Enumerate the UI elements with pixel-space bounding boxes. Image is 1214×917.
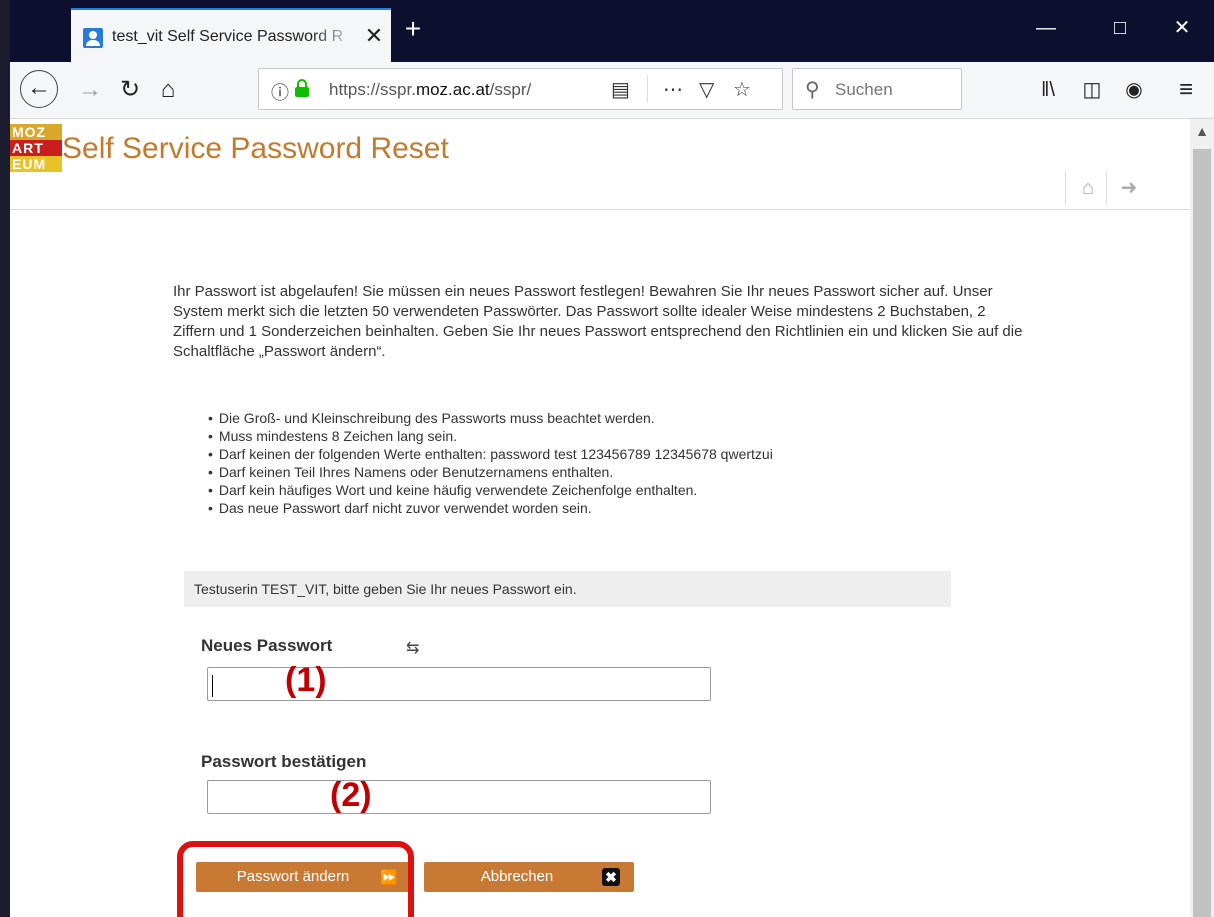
url-text[interactable]: https://sspr.moz.ac.at/sspr/ [329, 80, 569, 100]
scrollbar-thumb[interactable] [1193, 149, 1211, 917]
close-icon: ✖ [602, 868, 620, 886]
navigation-bar: ← → ↻ ⌂ ⓘ https://sspr.moz.ac.at/sspr/ ▤… [10, 62, 1214, 119]
list-item: Das neue Passwort darf nicht zuvor verwe… [208, 499, 773, 517]
maximize-icon[interactable]: □ [1098, 12, 1142, 44]
more-actions-icon[interactable]: ⋯ [663, 77, 683, 102]
text-cursor [212, 675, 213, 697]
account-icon[interactable]: ◉ [1118, 74, 1150, 106]
forward-icon[interactable]: → [74, 74, 106, 106]
pocket-icon[interactable]: ▽ [699, 77, 714, 102]
library-icon[interactable]: ‖\ [1032, 74, 1064, 106]
lock-icon[interactable] [295, 79, 309, 97]
tab-close-icon[interactable]: ✕ [361, 22, 387, 50]
highlight-box [177, 841, 414, 917]
home-icon[interactable]: ⌂ [152, 74, 184, 106]
cancel-button[interactable]: Abbrechen ✖ [424, 862, 634, 892]
search-input[interactable] [833, 77, 957, 103]
password-rules: Die Groß- und Kleinschreibung des Passwo… [208, 409, 773, 517]
list-item: Die Groß- und Kleinschreibung des Passwo… [208, 409, 773, 427]
annotation-1: (1) [285, 661, 327, 699]
list-item: Darf keinen Teil Ihres Namens oder Benut… [208, 463, 773, 481]
sidebar-icon[interactable]: ◫ [1076, 74, 1108, 106]
scroll-up-icon[interactable]: ▲ [1190, 123, 1214, 139]
confirm-password-label: Passwort bestätigen [201, 752, 367, 771]
intro-text: Ihr Passwort ist abgelaufen! Sie müssen … [173, 283, 1023, 360]
browser-tab[interactable]: test_vit Self Service Password R ✕ [71, 8, 391, 62]
user-favicon-icon [83, 28, 103, 48]
app-title: Self Service Password Reset [62, 132, 449, 165]
mozarteum-logo: MOZ ART EUM [10, 124, 62, 172]
home-nav-icon[interactable]: ⌂ [1075, 175, 1101, 201]
random-password-icon[interactable]: ⇆ [406, 638, 419, 658]
reload-icon[interactable]: ↻ [114, 74, 146, 106]
bookmark-star-icon[interactable]: ☆ [733, 77, 751, 102]
header-divider [10, 209, 1190, 210]
confirm-password-field[interactable] [207, 780, 711, 814]
scrollbar[interactable]: ▲ [1190, 119, 1214, 917]
url-bar[interactable]: ⓘ https://sspr.moz.ac.at/sspr/ ▤ ⋯ ▽ ☆ [258, 68, 783, 110]
list-item: Muss mindestens 8 Zeichen lang sein. [208, 427, 773, 445]
menu-icon[interactable]: ≡ [1170, 74, 1202, 106]
info-icon[interactable]: ⓘ [271, 79, 289, 105]
new-tab-button[interactable]: + [398, 14, 428, 44]
greeting-message: Testuserin TEST_VIT, bitte geben Sie Ihr… [184, 571, 951, 607]
new-password-label: Neues Passwort [201, 636, 333, 655]
list-item: Darf keinen der folgenden Werte enthalte… [208, 445, 773, 463]
minimize-icon[interactable]: — [1024, 12, 1068, 44]
search-bar[interactable]: ⚲ [792, 68, 962, 110]
search-icon: ⚲ [805, 79, 820, 101]
close-window-icon[interactable]: ✕ [1160, 12, 1204, 44]
annotation-2: (2) [330, 776, 372, 814]
list-item: Darf kein häufiges Wort und keine häufig… [208, 481, 773, 499]
browser-window: test_vit Self Service Password R ✕ + — □… [10, 0, 1214, 917]
reader-view-icon[interactable]: ▤ [611, 77, 630, 102]
page-content: MOZ ART EUM Self Service Password Reset … [10, 119, 1190, 917]
back-icon[interactable]: ← [20, 70, 58, 108]
new-password-field[interactable] [207, 667, 711, 701]
tab-bar: test_vit Self Service Password R ✕ + — □… [10, 0, 1214, 62]
logout-icon[interactable]: ➜ [1116, 175, 1142, 201]
